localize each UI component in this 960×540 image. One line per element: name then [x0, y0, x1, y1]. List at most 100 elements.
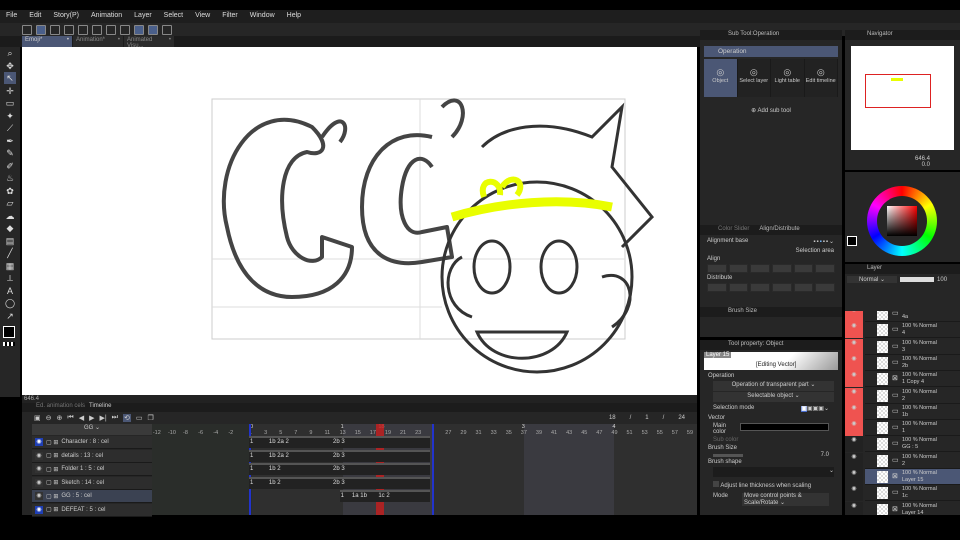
alignment-base-buttons[interactable]: ▪▪▪▪▪⌄ — [813, 238, 835, 245]
timeline-track[interactable]: ◉ ▢ ⊞ GG : 5 : cel — [32, 490, 152, 503]
cel-label[interactable]: 1 — [250, 466, 253, 472]
layer-visibility[interactable]: ◉ — [845, 420, 863, 437]
distribute-right-button[interactable] — [815, 283, 836, 292]
tab-animation-cels[interactable]: Ed. animation cels — [36, 403, 85, 412]
last-frame-icon[interactable]: ⏭ — [112, 414, 118, 422]
operation-tool-icon[interactable]: ↖ — [4, 72, 16, 84]
open-icon[interactable] — [64, 24, 74, 35]
tab-timeline[interactable]: Timeline — [89, 403, 111, 412]
layer-row[interactable]: ▭ 4a — [865, 311, 960, 322]
navigator-angle[interactable]: 0.0 — [845, 162, 960, 168]
menu-file[interactable]: File — [0, 10, 23, 23]
color-square[interactable] — [887, 206, 917, 236]
align-bottom-button[interactable] — [815, 264, 836, 273]
main-color-swatch[interactable] — [739, 423, 829, 431]
distribute-top-button[interactable] — [707, 283, 727, 292]
brush-icon[interactable]: ✐ — [4, 160, 16, 172]
layer-row[interactable]: ⊠ 100 % Normal 1 Copy 4 — [865, 371, 960, 388]
transparent-swatch[interactable] — [3, 341, 15, 346]
adjust-thickness-checkbox[interactable] — [713, 481, 719, 487]
layer-row[interactable]: ▭ 100 % Normal 1 — [865, 420, 960, 437]
cel-label[interactable]: 2b 3 — [333, 453, 345, 459]
eraser-icon[interactable]: ▱ — [4, 197, 16, 209]
close-tab-icon[interactable]: • — [67, 37, 69, 46]
help-icon[interactable] — [162, 24, 172, 35]
decoration-icon[interactable]: ✿ — [4, 185, 16, 197]
layer-row[interactable]: ⊠ 100 % Normal Layer 14 — [865, 501, 960, 515]
text-icon[interactable]: A — [4, 285, 16, 297]
layer-row[interactable]: ▭ 100 % Normal 4 — [865, 322, 960, 339]
cel-label[interactable]: 2b 3 — [333, 439, 345, 445]
layer-visibility[interactable]: ◉ — [845, 387, 863, 404]
figure-icon[interactable]: ╱ — [4, 247, 16, 259]
layer-row[interactable]: ▭ 100 % Normal 2 — [865, 387, 960, 404]
cel-label[interactable]: 1a 1b — [352, 493, 367, 499]
menu-layer[interactable]: Layer — [128, 10, 158, 23]
menu-animation[interactable]: Animation — [85, 10, 128, 23]
selection-tool-icon[interactable]: ▭ — [4, 97, 16, 109]
loop-icon[interactable]: ⟲ — [122, 414, 131, 422]
close-tab-icon[interactable]: • — [118, 37, 120, 46]
close-tab-icon[interactable]: • — [169, 37, 171, 46]
cel-label[interactable]: 1b 2 — [269, 466, 281, 472]
layer-visibility[interactable]: ◉ — [845, 338, 863, 355]
subtool-item[interactable]: ◎ Light table — [771, 59, 805, 97]
move-tool-icon[interactable]: ✥ — [4, 60, 16, 72]
layer-visibility[interactable]: ◉ — [845, 452, 863, 469]
move-layer-icon[interactable]: ✛ — [4, 85, 16, 97]
cel-label[interactable]: 1 — [250, 453, 253, 459]
subtool-group[interactable]: Operation — [704, 46, 838, 57]
brush-shape-select[interactable]: ⌄ — [713, 467, 834, 477]
align-center-button[interactable] — [728, 264, 749, 273]
subtool-item[interactable]: ◎ Edit timeline — [804, 59, 838, 97]
zoom-out-icon[interactable]: ⊖ — [46, 414, 52, 422]
selection-mode-buttons[interactable]: ▣▣▣▣⌄ — [801, 405, 829, 412]
cel-label[interactable]: 1c 2 — [378, 493, 389, 499]
document-tab[interactable]: Animation* • — [73, 36, 123, 47]
transparent-part-select[interactable]: Operation of transparent part ⌄ — [713, 381, 834, 391]
menu-icon[interactable] — [22, 24, 32, 35]
pencil-icon[interactable]: ✎ — [4, 147, 16, 159]
onion-skin-icon[interactable]: ❐ — [147, 414, 153, 422]
eyedropper-icon[interactable]: ⟋ — [4, 122, 16, 134]
canvas-icon[interactable] — [36, 24, 46, 35]
timeline-select[interactable]: GG ⌄ — [32, 424, 152, 435]
opacity-slider[interactable] — [900, 277, 935, 282]
layer-row[interactable]: ▭ 100 % Normal 1b — [865, 403, 960, 420]
layer-visibility[interactable]: ◉ — [845, 371, 863, 388]
snap-ruler-icon[interactable] — [134, 24, 144, 35]
cel-label[interactable]: 1 — [250, 480, 253, 486]
range-marker[interactable] — [432, 424, 435, 515]
menu-help[interactable]: Help — [281, 10, 307, 23]
eye-icon[interactable]: ◉ — [35, 438, 43, 446]
cel-label[interactable]: 1b 2 — [269, 480, 281, 486]
align-right-button[interactable] — [750, 264, 771, 273]
cel-label[interactable]: 2b 3 — [333, 480, 345, 486]
layer-visibility[interactable]: ◉ — [845, 403, 863, 420]
eye-icon[interactable]: ◉ — [35, 478, 43, 487]
align-middle-button[interactable] — [793, 264, 814, 273]
subtool-item[interactable]: ◎ Select layer — [737, 59, 771, 97]
cel-label[interactable]: 2b 3 — [333, 466, 345, 472]
menu-select[interactable]: Select — [158, 10, 189, 23]
layer-visibility[interactable]: ◉ — [845, 485, 863, 502]
new-cel-icon[interactable]: ▭ — [136, 414, 143, 422]
menu-view[interactable]: View — [189, 10, 216, 23]
selectable-object-select[interactable]: Selectable object ⌄ — [713, 392, 834, 402]
layer-row[interactable]: ⊠ 100 % Normal Layer 15 — [865, 469, 960, 485]
layer-row[interactable]: ▭ 100 % Normal 3 — [865, 338, 960, 355]
layer-visibility[interactable]: ◉ — [845, 354, 863, 371]
layer-row[interactable]: ▭ 100 % Normal 2 — [865, 452, 960, 469]
canvas[interactable] — [22, 47, 697, 395]
layer-visibility[interactable]: ◉ — [845, 501, 863, 515]
add-subtool-button[interactable]: ⊕ Add sub tool — [700, 107, 842, 114]
menu-edit[interactable]: Edit — [23, 10, 47, 23]
eye-icon[interactable]: ◉ — [35, 451, 43, 460]
layer-visibility[interactable]: ◉ — [845, 469, 863, 485]
cel-label[interactable]: 1b 2a 2 — [269, 439, 289, 445]
main-color-swatch[interactable] — [3, 325, 15, 338]
undo-icon[interactable] — [92, 24, 102, 35]
redo-icon[interactable] — [106, 24, 116, 35]
align-top-button[interactable] — [772, 264, 792, 273]
layer-visibility[interactable]: ◉ — [845, 322, 863, 339]
